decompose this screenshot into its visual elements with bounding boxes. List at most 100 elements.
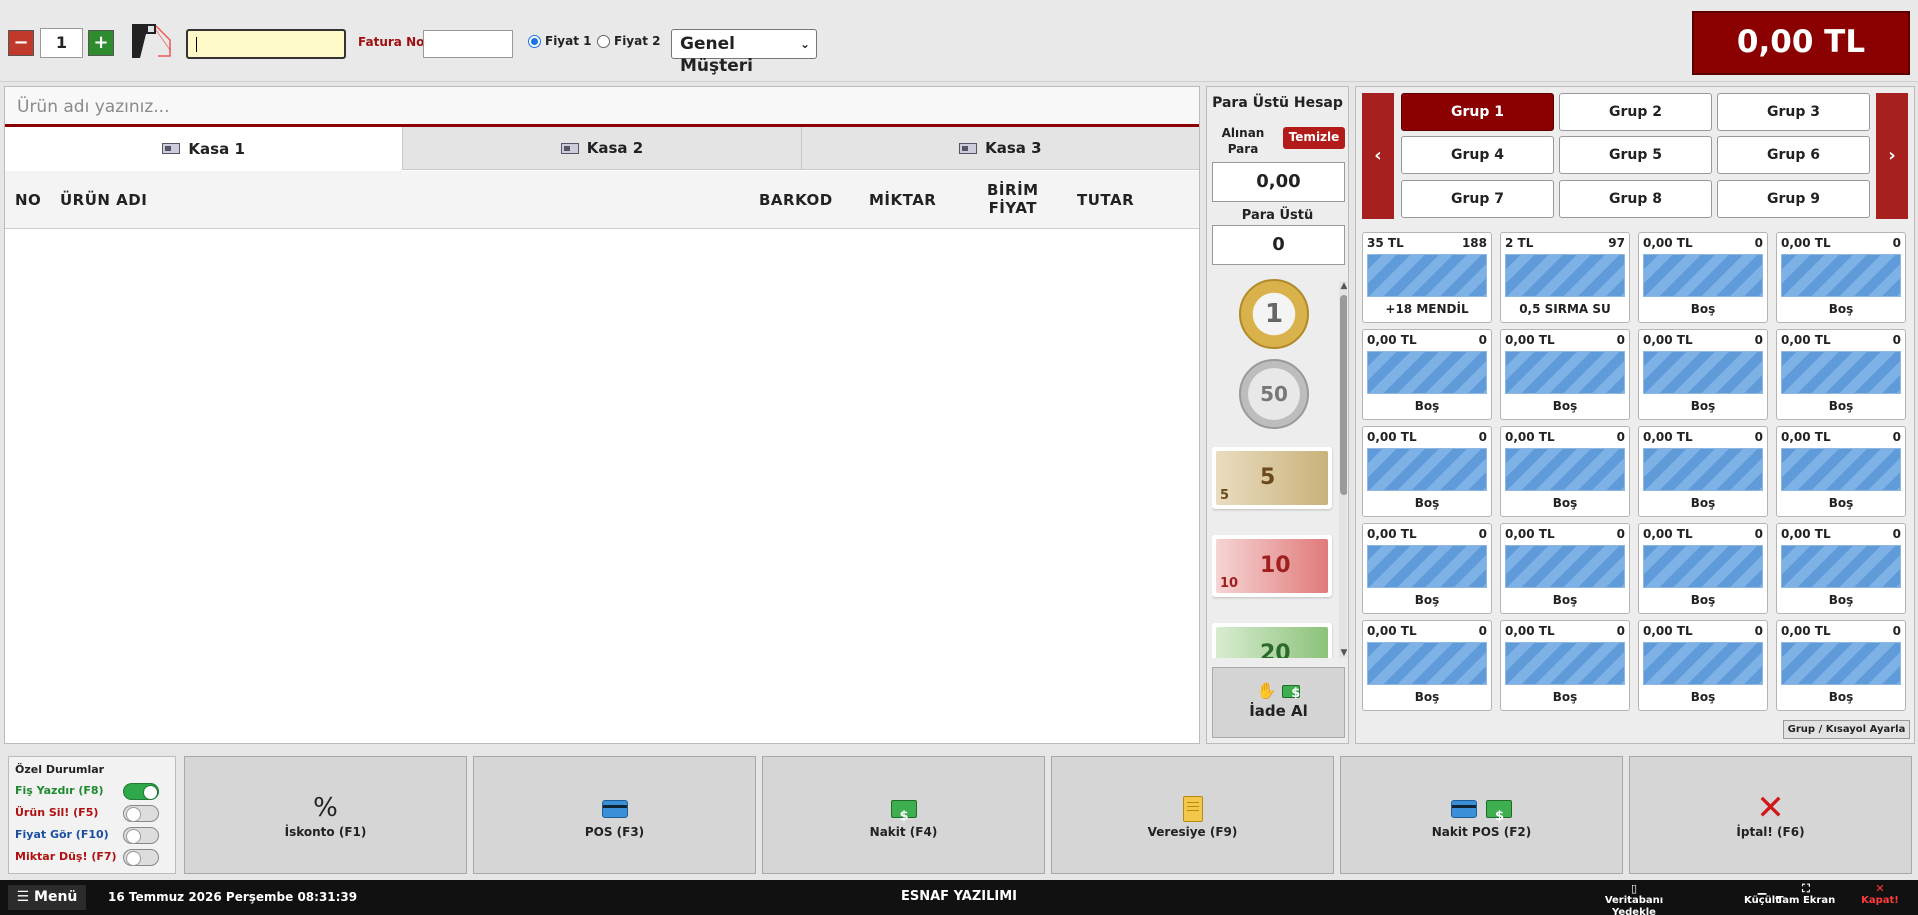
tab-kasa-2[interactable]: Kasa 2	[403, 127, 802, 170]
discount-button[interactable]: % İskonto (F1)	[184, 756, 467, 874]
product-tile[interactable]: 0,00 TL 0 Boş	[1362, 620, 1492, 711]
tab-label: Kasa 3	[985, 139, 1042, 157]
backup-database-button[interactable]: ▯ Veritabanı Yedekle	[1586, 883, 1682, 915]
chevron-right-icon: ›	[1888, 145, 1896, 166]
group-button-1[interactable]: Grup 1	[1401, 93, 1554, 131]
banknote-5-tl-button[interactable]: 5 5	[1212, 447, 1332, 509]
group-shortcut-settings-button[interactable]: Grup / Kısayol Ayarla	[1783, 720, 1910, 739]
received-label-line-1: Alınan	[1221, 126, 1265, 140]
product-price: 0,00 TL	[1643, 236, 1693, 250]
group-next-button[interactable]: ›	[1876, 93, 1908, 219]
money-list-scrollbar[interactable]: ▲ ▼	[1339, 281, 1347, 658]
banknote-corner-value: 10	[1220, 576, 1239, 591]
scroll-down-icon[interactable]: ▼	[1339, 648, 1347, 658]
banknote-20-tl-button[interactable]: 20 20	[1212, 623, 1332, 658]
coin-50-kurus-button[interactable]: 50	[1239, 359, 1309, 429]
product-tile[interactable]: 0,00 TL 0 Boş	[1638, 232, 1768, 323]
product-tile[interactable]: 2 TL 97 0,5 SIRMA SU	[1500, 232, 1630, 323]
product-tile[interactable]: 0,00 TL 0 Boş	[1776, 426, 1906, 517]
close-app-button[interactable]: ✕ Kapat!	[1860, 883, 1900, 907]
group-button-6[interactable]: Grup 6	[1717, 136, 1870, 174]
product-tile[interactable]: 0,00 TL 0 Boş	[1638, 523, 1768, 614]
product-tile[interactable]: 0,00 TL 0 Boş	[1362, 329, 1492, 420]
product-tile[interactable]: 0,00 TL 0 Boş	[1500, 523, 1630, 614]
banknote-value: 20	[1260, 641, 1291, 658]
product-name: +18 MENDİL	[1385, 302, 1469, 316]
product-tile[interactable]: 0,00 TL 0 Boş	[1638, 329, 1768, 420]
pos-button[interactable]: POS (F3)	[473, 756, 756, 874]
product-image-placeholder	[1643, 351, 1763, 394]
product-name: Boş	[1414, 690, 1440, 704]
customer-select-value: Genel Müşteri	[680, 34, 754, 76]
product-stock: 0	[1892, 624, 1901, 638]
product-stock: 0	[1478, 430, 1487, 444]
coin-1-tl-button[interactable]: 1	[1239, 279, 1309, 349]
scroll-up-icon[interactable]: ▲	[1339, 281, 1347, 291]
product-image-placeholder	[1781, 254, 1901, 297]
product-tile[interactable]: 0,00 TL 0 Boş	[1776, 232, 1906, 323]
credit-sale-button[interactable]: Veresiye (F9)	[1051, 756, 1334, 874]
product-tile[interactable]: 0,00 TL 0 Boş	[1362, 523, 1492, 614]
group-button-9[interactable]: Grup 9	[1717, 180, 1870, 218]
cancel-button[interactable]: ✕ İptal! (F6)	[1629, 756, 1912, 874]
group-prev-button[interactable]: ‹	[1362, 93, 1394, 219]
menu-button[interactable]: ☰ Menü	[8, 885, 86, 910]
price-1-label: Fiyat 1	[545, 34, 592, 48]
product-search-input[interactable]: Ürün adı yazınız...	[5, 87, 1199, 127]
quantity-decrease-button[interactable]: −	[8, 30, 34, 56]
special-option-toggle[interactable]	[123, 827, 159, 844]
barcode-input[interactable]	[186, 29, 346, 59]
tab-kasa-1[interactable]: Kasa 1	[5, 127, 404, 170]
product-tile[interactable]: 0,00 TL 0 Boş	[1362, 426, 1492, 517]
cancel-label: İptal! (F6)	[1736, 825, 1805, 839]
tab-kasa-3[interactable]: Kasa 3	[801, 127, 1199, 170]
product-name: Boş	[1828, 593, 1854, 607]
return-button[interactable]: ✋ İade Al	[1212, 667, 1345, 738]
cash-pos-button[interactable]: Nakit POS (F2)	[1340, 756, 1623, 874]
top-toolbar: − 1 + Fatura No Fiyat 1 Fiyat 2 Genel Mü…	[0, 0, 1918, 82]
clear-button[interactable]: Temizle	[1283, 127, 1345, 149]
chevron-down-icon: ⌄	[799, 37, 810, 51]
invoice-number-input[interactable]	[423, 30, 513, 58]
price-2-label: Fiyat 2	[614, 34, 661, 48]
banknote-10-tl-button[interactable]: 10 10	[1212, 535, 1332, 597]
received-money-input[interactable]: 0,00	[1212, 162, 1345, 202]
product-tile[interactable]: 0,00 TL 0 Boş	[1638, 426, 1768, 517]
product-price: 0,00 TL	[1643, 527, 1693, 541]
scrollbar-thumb[interactable]	[1340, 295, 1347, 495]
group-button-7[interactable]: Grup 7	[1401, 180, 1554, 218]
change-calculator-panel: Para Üstü Hesap Alınan Para Temizle 0,00…	[1206, 86, 1349, 744]
customer-select[interactable]: Genel Müşteri ⌄	[671, 29, 817, 76]
product-name: Boş	[1552, 399, 1578, 413]
group-button-8[interactable]: Grup 8	[1559, 180, 1712, 218]
price-2-radio[interactable]: Fiyat 2	[597, 34, 661, 48]
hand-icon: ✋	[1256, 681, 1277, 700]
special-option-toggle[interactable]	[123, 849, 159, 866]
group-button-4[interactable]: Grup 4	[1401, 136, 1554, 174]
product-image-placeholder	[1367, 254, 1487, 297]
quantity-increase-button[interactable]: +	[88, 30, 114, 56]
product-tile[interactable]: 0,00 TL 0 Boş	[1500, 620, 1630, 711]
fullscreen-button[interactable]: ⛶ Tam Ekran	[1772, 883, 1840, 907]
product-tile[interactable]: 0,00 TL 0 Boş	[1776, 329, 1906, 420]
tab-label: Kasa 2	[586, 139, 644, 157]
cash-button[interactable]: Nakit (F4)	[762, 756, 1045, 874]
price-1-radio[interactable]: Fiyat 1	[528, 34, 592, 48]
product-tile[interactable]: 0,00 TL 0 Boş	[1500, 329, 1630, 420]
hamburger-icon: ☰	[16, 889, 30, 905]
group-button-2[interactable]: Grup 2	[1559, 93, 1712, 131]
special-option-toggle[interactable]	[123, 783, 159, 800]
special-option-toggle[interactable]	[123, 805, 159, 822]
special-option-row: Ürün Sil! (F5)	[15, 804, 169, 826]
special-option-row: Miktar Düş! (F7)	[15, 848, 169, 870]
product-tile[interactable]: 35 TL 188 +18 MENDİL	[1362, 232, 1492, 323]
product-tile[interactable]: 0,00 TL 0 Boş	[1638, 620, 1768, 711]
product-name: Boş	[1690, 593, 1716, 607]
product-tile[interactable]: 0,00 TL 0 Boş	[1776, 620, 1906, 711]
quantity-input[interactable]: 1	[40, 28, 83, 58]
product-price: 0,00 TL	[1781, 236, 1831, 250]
group-button-5[interactable]: Grup 5	[1559, 136, 1712, 174]
product-tile[interactable]: 0,00 TL 0 Boş	[1500, 426, 1630, 517]
product-tile[interactable]: 0,00 TL 0 Boş	[1776, 523, 1906, 614]
group-button-3[interactable]: Grup 3	[1717, 93, 1870, 131]
